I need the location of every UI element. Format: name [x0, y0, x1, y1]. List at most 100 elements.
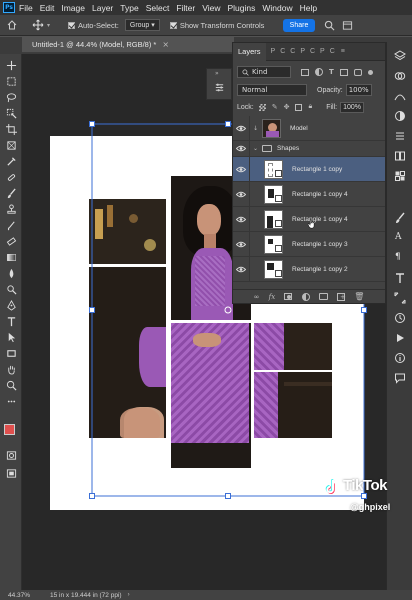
blur-tool-icon[interactable]	[4, 266, 18, 280]
rectangle-tool-icon[interactable]	[4, 346, 18, 360]
crop-tool-icon[interactable]	[4, 122, 18, 136]
link-layers-icon[interactable]: ∞	[254, 293, 260, 301]
gradient-tool-icon[interactable]	[4, 250, 18, 264]
eyedropper-tool-icon[interactable]	[4, 154, 18, 168]
watermark-username: @ghpixel	[350, 502, 391, 512]
layer-row-rectangle-1-copy-2[interactable]: Rectangle 1 copy 2	[233, 256, 385, 282]
status-bar: 44.37% 15 in x 19.444 in (72 ppi) ›	[0, 590, 412, 600]
zoom-tool-icon[interactable]	[4, 378, 18, 392]
history-panel-icon[interactable]	[394, 312, 406, 326]
lock-all-icon[interactable]: 🔒︎	[308, 103, 312, 111]
layer-row-rectangle-1-copy[interactable]: Rectangle 1 copy	[233, 156, 385, 182]
visibility-eye-icon[interactable]	[233, 231, 250, 257]
filter-pixel-icon[interactable]	[301, 68, 309, 76]
new-layer-icon[interactable]: +	[337, 292, 346, 301]
status-menu-chevron-icon[interactable]: ›	[128, 592, 130, 598]
panel-menu-icon[interactable]: ≡	[341, 48, 345, 55]
comments-panel-icon[interactable]	[394, 372, 406, 386]
layer-row-model[interactable]: ↓ Model	[233, 116, 385, 141]
tab-p2[interactable]: P	[300, 48, 305, 55]
visibility-eye-icon[interactable]	[233, 256, 250, 282]
quick-mask-icon[interactable]	[4, 448, 18, 462]
filter-adjustment-icon[interactable]	[315, 68, 323, 76]
properties-panel-icon[interactable]	[214, 82, 225, 95]
brush-settings-icon[interactable]	[394, 212, 406, 226]
actions-panel-icon[interactable]	[394, 332, 406, 346]
lock-position-icon[interactable]: ✥	[284, 103, 290, 111]
filter-kind-dropdown[interactable]: Kind	[237, 66, 291, 78]
brush-tool-icon[interactable]	[4, 186, 18, 200]
character-panel-icon[interactable]: A	[395, 232, 402, 242]
visibility-eye-icon[interactable]	[233, 206, 250, 232]
dodge-tool-icon[interactable]	[4, 282, 18, 296]
pen-tool-icon[interactable]	[4, 298, 18, 312]
tab-c3[interactable]: C	[310, 48, 315, 55]
glyphs-panel-icon[interactable]	[394, 272, 406, 286]
expand-panels-icon[interactable]: »	[215, 70, 219, 77]
marquee-tool-icon[interactable]	[4, 74, 18, 88]
lasso-tool-icon[interactable]	[4, 90, 18, 104]
info-panel-icon[interactable]	[394, 352, 406, 366]
visibility-eye-icon[interactable]	[233, 116, 250, 141]
lock-pixels-icon[interactable]: ✎	[272, 103, 278, 111]
visibility-eye-icon[interactable]	[233, 181, 250, 207]
lock-artboard-icon[interactable]	[295, 103, 303, 111]
type-tool-icon[interactable]	[4, 314, 18, 328]
frame-tool-icon[interactable]	[4, 138, 18, 152]
new-group-icon[interactable]	[318, 293, 328, 300]
visibility-eye-icon[interactable]	[233, 140, 250, 157]
layers-bottom-bar: ∞ fx + 🗑︎	[233, 289, 385, 303]
hand-tool-icon[interactable]	[4, 362, 18, 376]
properties-panel-icon[interactable]	[394, 130, 406, 144]
filter-smart-object-icon[interactable]	[353, 68, 362, 76]
layers-panel-icon[interactable]	[394, 50, 406, 64]
paragraph-panel-icon[interactable]: ¶	[395, 252, 401, 262]
swatches-panel-icon[interactable]	[394, 170, 406, 184]
healing-brush-tool-icon[interactable]	[4, 170, 18, 184]
libraries-panel-icon[interactable]	[394, 150, 406, 164]
delete-layer-icon[interactable]: 🗑︎	[354, 292, 364, 301]
lock-transparent-icon[interactable]	[258, 103, 266, 111]
opacity-label: Opacity:	[317, 86, 343, 94]
more-tools-icon[interactable]	[4, 394, 18, 408]
opacity-input[interactable]: 100%	[345, 84, 372, 96]
navigator-panel-icon[interactable]	[394, 292, 406, 306]
layer-name: Shapes	[277, 145, 300, 152]
clone-stamp-tool-icon[interactable]	[4, 202, 18, 216]
tools-panel	[0, 54, 22, 590]
layer-row-rectangle-1-copy-3[interactable]: Rectangle 1 copy 3	[233, 231, 385, 257]
layer-style-icon[interactable]: fx	[269, 293, 276, 301]
tab-p3[interactable]: P	[320, 48, 325, 55]
chevron-down-icon[interactable]: ⌄	[253, 145, 258, 152]
tab-c2[interactable]: C	[290, 48, 295, 55]
zoom-level[interactable]: 44.37%	[8, 592, 46, 599]
tab-p1[interactable]: P	[271, 48, 276, 55]
channels-panel-icon[interactable]	[394, 70, 406, 84]
history-brush-tool-icon[interactable]	[4, 218, 18, 232]
adjustment-layer-icon[interactable]	[301, 292, 310, 301]
eraser-tool-icon[interactable]	[4, 234, 18, 248]
paths-panel-icon[interactable]	[394, 90, 406, 104]
layer-row-rectangle-1-copy-4[interactable]: Rectangle 1 copy 4	[233, 181, 385, 207]
adjustments-panel-icon[interactable]	[394, 110, 406, 124]
object-selection-tool-icon[interactable]	[4, 106, 18, 120]
tab-c1[interactable]: C	[280, 48, 285, 55]
visibility-eye-icon[interactable]	[233, 156, 250, 182]
fill-input[interactable]: 100%	[340, 101, 365, 113]
layer-thumbnail-shape	[264, 209, 283, 229]
filter-toggle-icon[interactable]	[367, 69, 373, 75]
filter-shape-icon[interactable]	[339, 68, 348, 76]
layer-thumbnail-shape	[264, 259, 283, 279]
layer-row-shapes-group[interactable]: ⌄ Shapes	[233, 140, 385, 157]
tab-c4[interactable]: C	[330, 48, 335, 55]
tab-layers[interactable]: Layers	[233, 42, 266, 61]
layers-panel: Layers P C C P C P C ≡ Kind T Normal Opa…	[232, 42, 386, 304]
move-tool-icon[interactable]	[4, 58, 18, 72]
foreground-color-swatch[interactable]	[4, 424, 15, 435]
blend-mode-dropdown[interactable]: Normal	[237, 84, 307, 96]
screen-mode-icon[interactable]	[4, 466, 18, 480]
path-selection-tool-icon[interactable]	[4, 330, 18, 344]
filter-type-icon[interactable]: T	[329, 68, 334, 76]
add-mask-icon[interactable]	[284, 293, 293, 300]
collapsed-panel-dock: »	[206, 68, 232, 100]
